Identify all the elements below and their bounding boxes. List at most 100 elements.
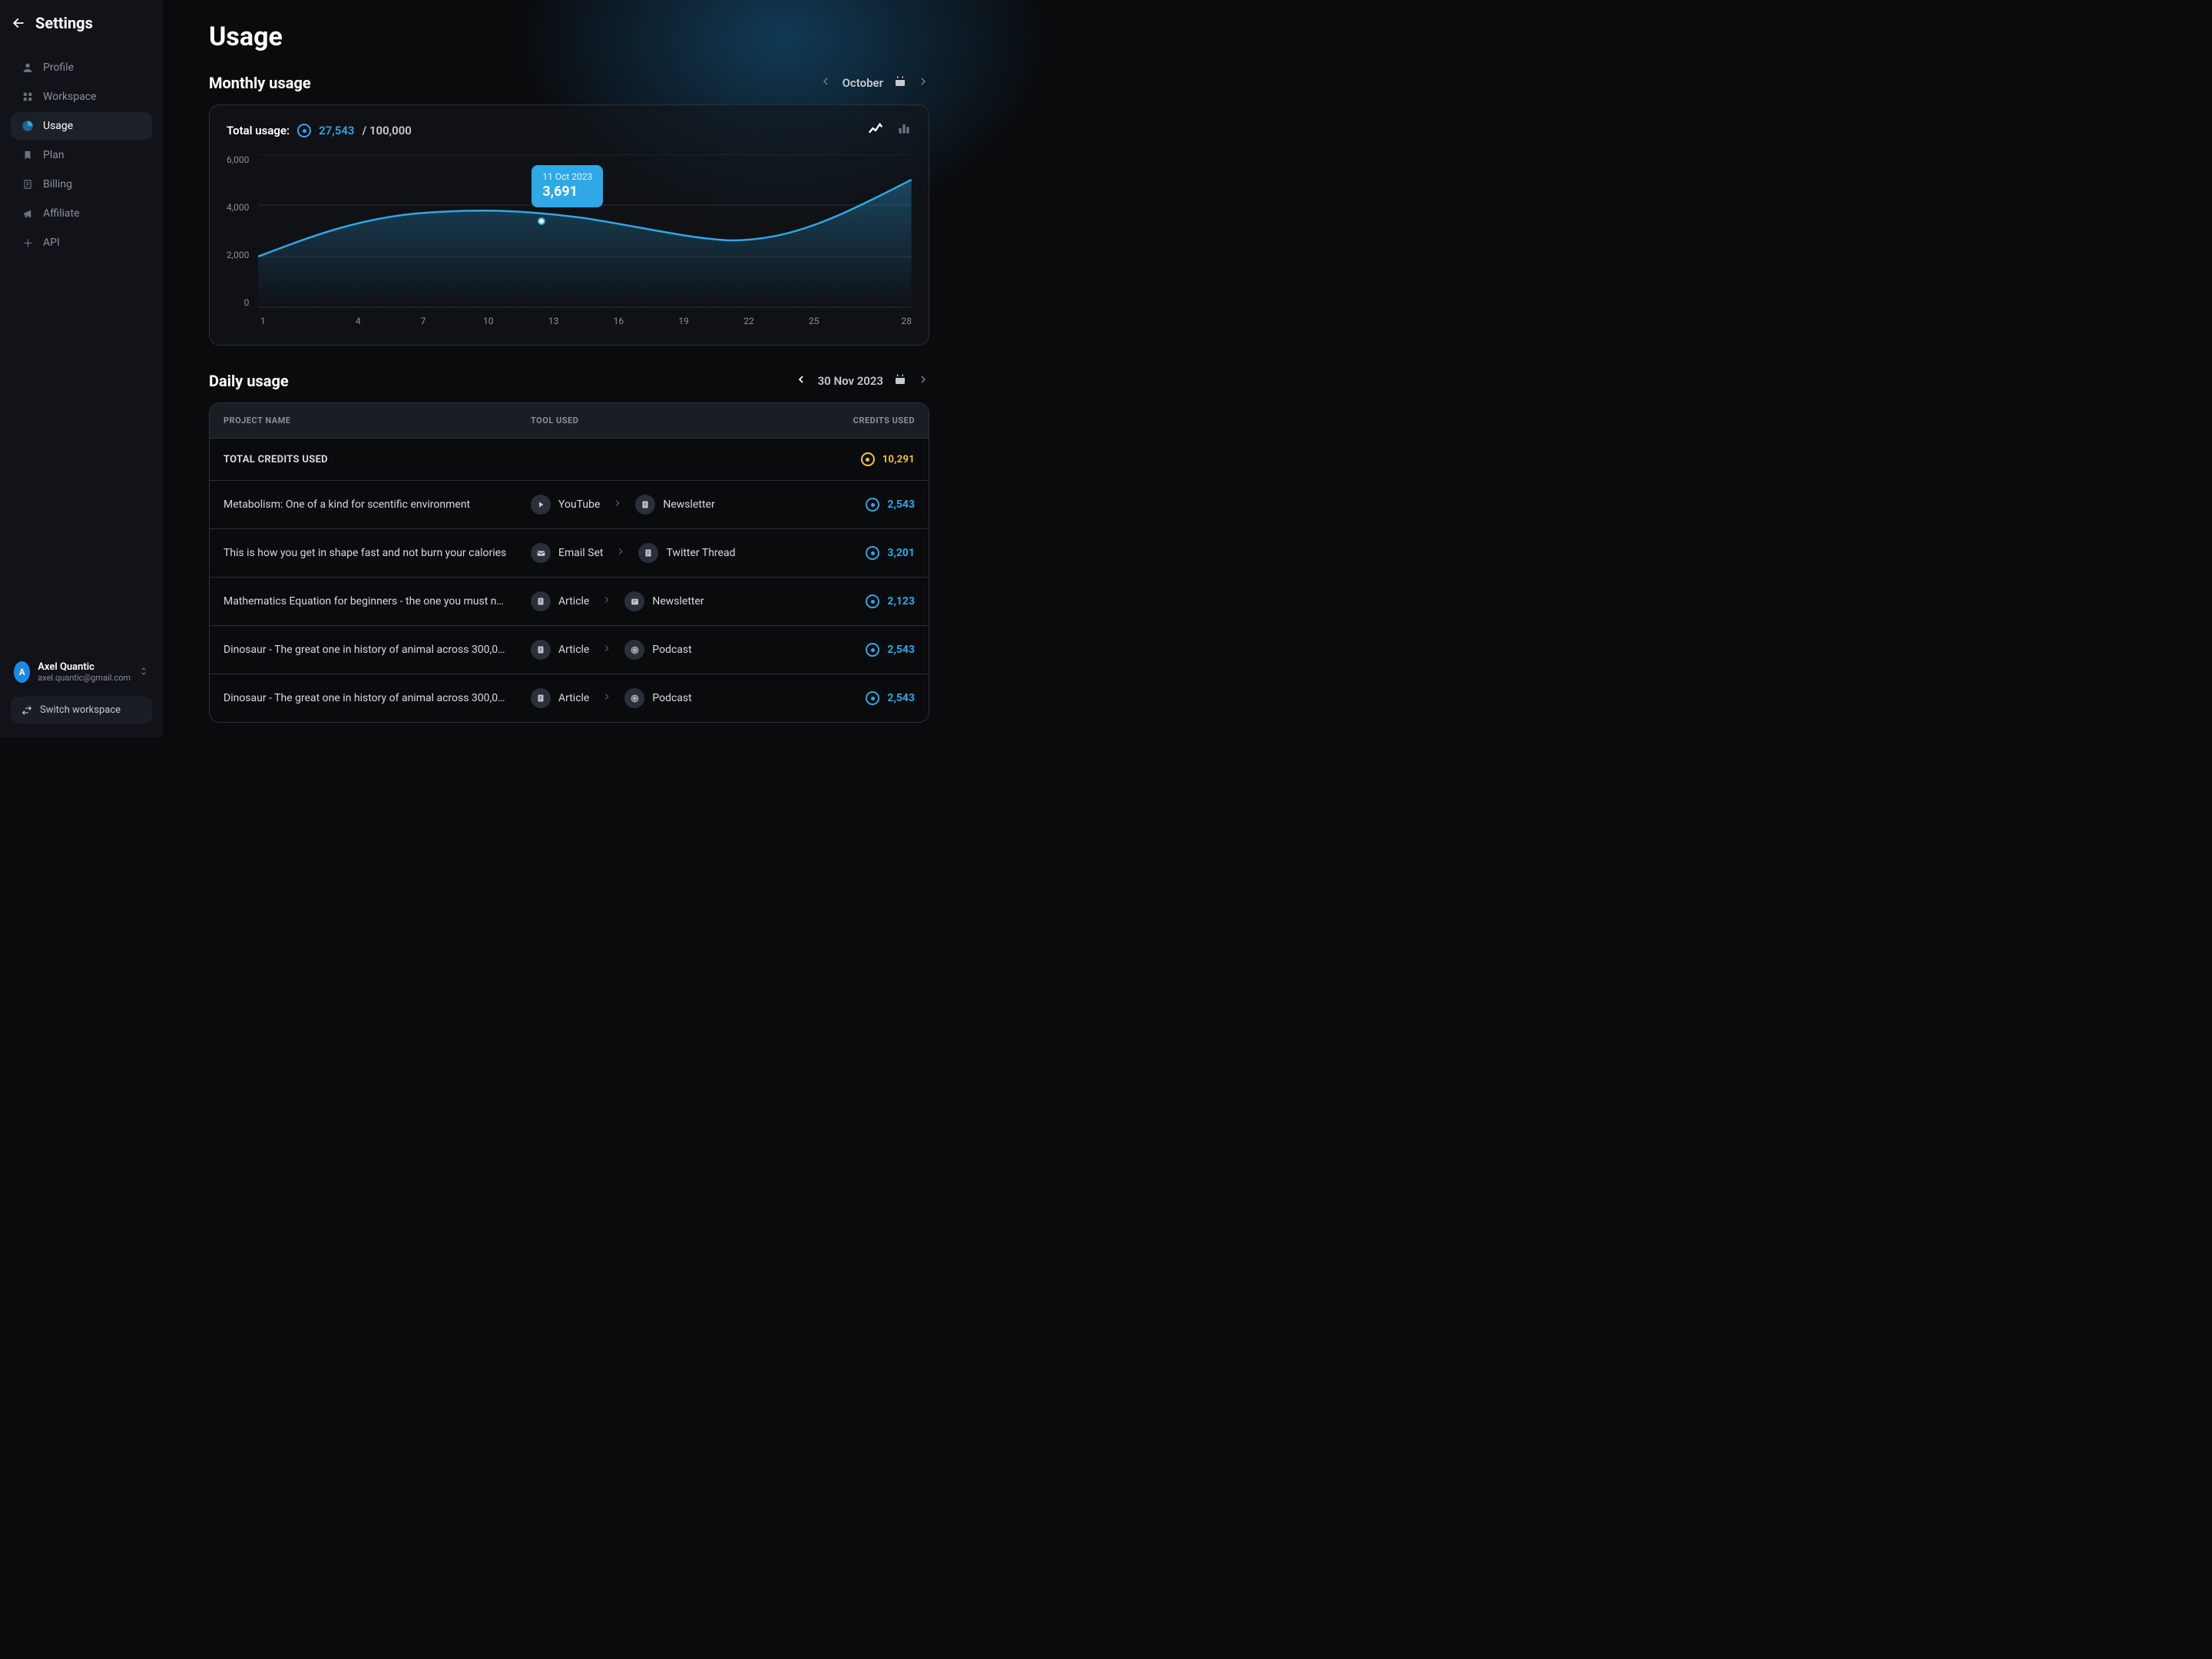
table-total-row: TOTAL CREDITS USED 10,291 (210, 438, 929, 480)
usage-chart: 6,0004,0002,0000 11 Oct 2023 3,691 (227, 154, 912, 308)
credit-icon (866, 498, 879, 512)
credit-icon (866, 546, 879, 560)
month-picker: October (820, 75, 929, 91)
person-icon (22, 61, 34, 74)
chevron-right-icon (615, 546, 626, 560)
total-credits: 10,291 (807, 452, 915, 466)
sidebar-item-profile[interactable]: Profile (11, 54, 152, 81)
monthly-usage-title: Monthly usage (209, 74, 311, 92)
date-prev-button[interactable] (795, 373, 807, 389)
tool-to: Podcast (624, 688, 691, 708)
play-icon (531, 495, 551, 515)
credit-icon (297, 124, 311, 137)
megaphone-icon (22, 207, 34, 220)
sidebar-header[interactable]: Settings (11, 14, 152, 32)
news-icon (624, 591, 644, 611)
sidebar-nav: Profile Workspace Usage Plan Billing Aff… (11, 54, 152, 257)
bookmark-icon (22, 149, 34, 161)
table-row[interactable]: Dinosaur - The great one in history of a… (210, 674, 929, 722)
sidebar-item-api[interactable]: API (11, 229, 152, 257)
credit-icon (866, 691, 879, 705)
sidebar-item-workspace[interactable]: Workspace (11, 83, 152, 111)
date-label[interactable]: 30 Nov 2023 (818, 374, 883, 388)
project-name: Dinosaur - The great one in history of a… (224, 644, 531, 656)
date-picker: 30 Nov 2023 (795, 373, 929, 389)
grid-icon (22, 91, 34, 103)
daily-usage-title: Daily usage (209, 372, 289, 390)
doc-icon (531, 591, 551, 611)
tool-to: Newsletter (635, 495, 714, 515)
row-credits: 2,543 (807, 643, 915, 657)
mail-icon (531, 543, 551, 563)
code-icon (22, 237, 34, 249)
project-name: This is how you get in shape fast and no… (224, 547, 531, 559)
chevron-right-icon (601, 643, 612, 657)
bar-chart-button[interactable] (896, 121, 912, 141)
sidebar-title: Settings (35, 14, 93, 32)
tool-to: Twitter Thread (638, 543, 735, 563)
tool-from: Email Set (531, 543, 603, 563)
sidebar-item-plan[interactable]: Plan (11, 141, 152, 169)
page-title: Usage (209, 22, 929, 52)
chevron-updown-icon (138, 665, 149, 680)
row-credits: 3,201 (807, 546, 915, 560)
calendar-icon[interactable] (894, 75, 906, 91)
date-next-button[interactable] (917, 373, 929, 389)
credit-icon (866, 594, 879, 608)
table-header: PROJECT NAME TOOL USED CREDITS USED (210, 403, 929, 438)
row-credits: 2,123 (807, 594, 915, 608)
table-row[interactable]: Metabolism: One of a kind for scentific … (210, 480, 929, 528)
total-usage-value: 27,543 (319, 124, 354, 137)
line-chart-button[interactable] (867, 121, 884, 141)
project-name: Metabolism: One of a kind for scentific … (224, 498, 531, 511)
calendar-icon[interactable] (894, 373, 906, 389)
podcast-icon (624, 688, 644, 708)
row-credits: 2,543 (807, 691, 915, 705)
doc-icon (531, 640, 551, 660)
switch-workspace-button[interactable]: Switch workspace (11, 697, 152, 724)
chevron-right-icon (601, 594, 612, 608)
month-prev-button[interactable] (820, 75, 832, 91)
x-axis: 14710131619222528 (260, 316, 912, 326)
tool-to: Newsletter (624, 591, 704, 611)
avatar: A (14, 661, 30, 683)
chart-type-toggle (867, 121, 912, 141)
monthly-usage-card: Total usage: 27,543 / 100,000 6,0004,000… (209, 104, 929, 346)
project-name: Dinosaur - The great one in history of a… (224, 692, 531, 704)
total-usage: Total usage: 27,543 / 100,000 (227, 124, 412, 137)
tool-from: Article (531, 688, 589, 708)
main-content: Usage Monthly usage October Total usage:… (163, 0, 975, 737)
credit-icon (866, 643, 879, 657)
doc-icon (531, 688, 551, 708)
table-row[interactable]: Mathematics Equation for beginners - the… (210, 577, 929, 625)
daily-usage-table: PROJECT NAME TOOL USED CREDITS USED TOTA… (209, 402, 929, 723)
doc-icon (635, 495, 655, 515)
table-row[interactable]: Dinosaur - The great one in history of a… (210, 625, 929, 674)
credit-icon (861, 452, 875, 466)
pie-icon (22, 120, 34, 132)
month-next-button[interactable] (917, 75, 929, 91)
tool-to: Podcast (624, 640, 691, 660)
y-axis: 6,0004,0002,0000 (227, 154, 258, 308)
sidebar-item-affiliate[interactable]: Affiliate (11, 200, 152, 227)
receipt-icon (22, 178, 34, 190)
chevron-right-icon (612, 498, 623, 512)
back-arrow-icon (11, 15, 26, 31)
user-profile[interactable]: A Axel Quantic axel.quantic@gmail.com (11, 655, 152, 689)
user-name: Axel Quantic (38, 661, 131, 673)
podcast-icon (624, 640, 644, 660)
chevron-right-icon (601, 691, 612, 705)
sidebar-item-usage[interactable]: Usage (11, 112, 152, 140)
tool-from: YouTube (531, 495, 600, 515)
tool-from: Article (531, 640, 589, 660)
swap-icon (22, 705, 32, 716)
chart-tooltip: 11 Oct 2023 3,691 (531, 165, 603, 207)
doc-icon (638, 543, 658, 563)
table-row[interactable]: This is how you get in shape fast and no… (210, 528, 929, 577)
month-label[interactable]: October (843, 76, 883, 90)
user-email: axel.quantic@gmail.com (38, 673, 131, 683)
tool-from: Article (531, 591, 589, 611)
sidebar-item-billing[interactable]: Billing (11, 171, 152, 198)
row-credits: 2,543 (807, 498, 915, 512)
sidebar: Settings Profile Workspace Usage Plan Bi… (0, 0, 163, 737)
